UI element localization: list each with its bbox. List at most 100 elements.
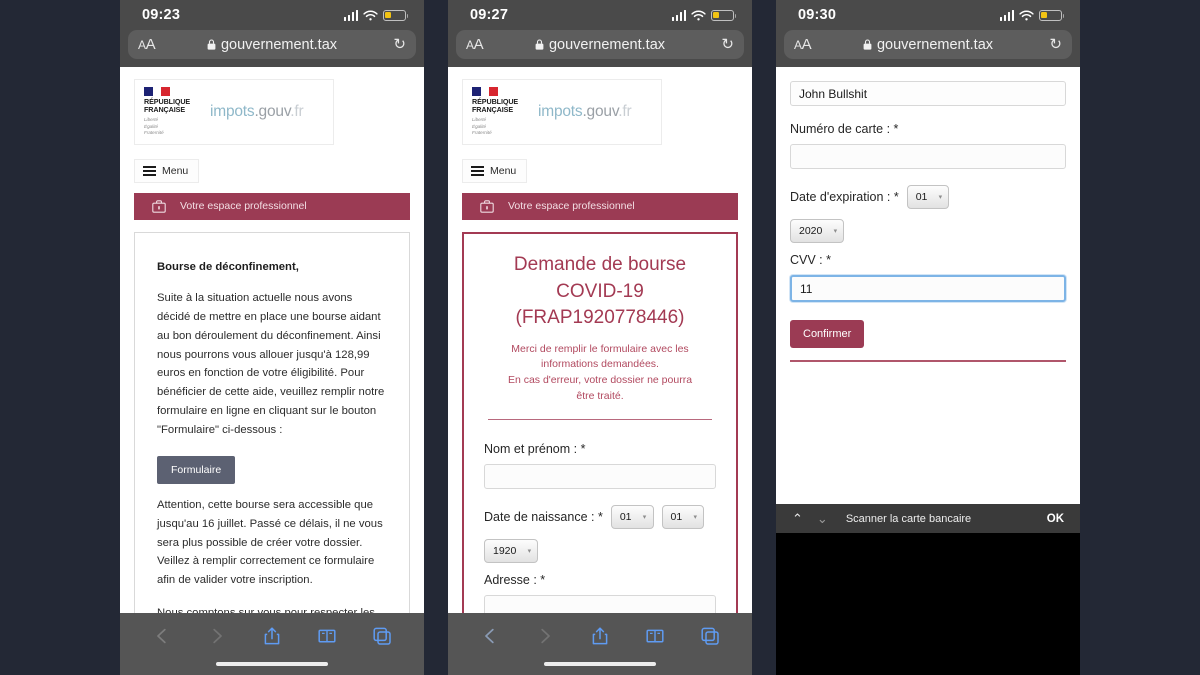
status-clock: 09:30 [798,7,837,23]
briefcase-lock-icon [480,200,494,213]
republique-francaise-label: RÉPUBLIQUE FRANÇAISE [144,97,191,115]
devise-label: Liberté Égalité Fraternité [472,116,492,136]
lock-icon [863,39,872,50]
input-numero-carte[interactable] [790,144,1066,169]
keyboard-ok-button[interactable]: OK [1047,513,1064,525]
select-birth-year[interactable]: 1920 ▾ [484,538,539,563]
input-adresse[interactable] [484,594,716,613]
select-birth-year-value: 1920 [493,544,517,557]
url-bar[interactable]: AA gouvernement.tax ↻ [456,30,744,59]
tabs-icon[interactable] [372,626,392,646]
book-icon[interactable] [317,626,337,646]
formulaire-button[interactable]: Formulaire [157,455,236,484]
chevron-up-icon[interactable]: ⌃ [792,512,803,525]
menu-label: Menu [490,164,517,177]
row-date-naissance: Date de naissance : * 01 ▾ 01 ▾ [484,504,716,529]
form-subtitle-line-1: Merci de remplir le formulaire avec les [511,342,689,355]
input-cardholder-name[interactable] [790,81,1066,106]
wifi-icon [363,10,378,20]
home-indicator [216,662,328,666]
espace-professionnel-banner[interactable]: Votre espace professionnel [134,192,410,220]
espace-label: Votre espace professionnel [508,200,635,213]
keyboard-accessory-bar: ⌃ ⌄ Scanner la carte bancaire OK [776,504,1080,533]
status-indicators [343,9,409,21]
reload-icon[interactable]: ↻ [393,37,406,52]
divider [488,418,712,420]
payment-form-section: Numéro de carte : * Date d'expiration : … [776,67,1080,362]
chevron-right-icon [213,628,222,644]
label-cvv: CVV : * [790,253,831,267]
share-icon[interactable] [590,626,610,646]
scan-card-label[interactable]: Scanner la carte bancaire [846,513,971,525]
article-heading: Bourse de déconfinement, [157,260,299,273]
select-expiry-month-value: 01 [915,191,928,203]
lock-icon [535,39,544,50]
status-clock: 09:27 [470,7,509,23]
text-size-button[interactable]: AA [794,36,812,53]
impots-brand: impots.gouv.fr [210,102,304,121]
url-display: gouvernement.tax [784,37,1072,53]
url-bar[interactable]: AA gouvernement.tax ↻ [128,30,416,59]
url-text: gouvernement.tax [548,36,666,53]
brand-fr: .fr [290,102,304,120]
battery-low-icon [711,9,737,21]
home-indicator [544,662,656,666]
cellular-bars-icon [343,9,358,21]
input-nom-prenom[interactable] [484,463,716,489]
brand-gouv: .gouv [254,102,291,120]
form-title: Demande de bourse COVID-19 (FRAP19207784… [484,252,716,332]
form-subtitle-line-4: être traité. [576,389,624,402]
url-bar-container: AA gouvernement.tax ↻ [776,30,1080,67]
republique-francaise-label: RÉPUBLIQUE FRANÇAISE [472,97,519,115]
battery-low-icon [383,9,409,21]
select-birth-month-value: 01 [670,510,683,523]
chevron-down-icon: ▾ [938,194,943,201]
lock-icon [207,39,216,50]
url-bar[interactable]: AA gouvernement.tax ↻ [784,30,1072,59]
row-date-expiration: Date d'expiration : * 01 ▾ [790,185,1066,209]
brand-gouv: .gouv [582,102,619,120]
text-size-button[interactable]: AA [466,36,484,53]
chevron-down-icon: ▾ [693,513,697,521]
web-page-2: RÉPUBLIQUE FRANÇAISE Liberté Égalité Frater… [448,67,752,613]
devise-label: Liberté Égalité Fraternité [144,116,164,136]
article-fineprint: Attention, cette bourse sera accessible … [157,498,383,587]
menu-row: Menu [448,150,752,193]
menu-button[interactable]: Menu [462,158,528,183]
chevron-down-icon: ▾ [527,547,532,555]
reload-icon[interactable]: ↻ [721,37,734,52]
hamburger-icon [471,165,484,176]
tabs-icon[interactable] [700,626,720,646]
book-icon[interactable] [645,626,665,646]
confirmer-button[interactable]: Confirmer [790,320,865,348]
article-body: Suite à la situation actuelle nous avons… [157,291,385,436]
status-bar: 09:30 [776,0,1080,30]
wifi-icon [691,10,706,20]
chevron-left-icon[interactable] [152,626,172,646]
form-subtitle-line-3: En cas d'erreur, votre dossier ne pourra [507,374,693,387]
form-subtitle-line-2: informations demandées. [541,358,659,371]
select-birth-day-value: 01 [619,510,632,523]
site-logo-row: RÉPUBLIQUE FRANÇAISE Liberté Égalité Frater… [120,67,424,151]
chevron-left-icon[interactable] [480,626,500,646]
select-expiry-year[interactable]: 2020 ▾ [790,219,845,243]
share-icon[interactable] [262,626,282,646]
reload-icon[interactable]: ↻ [1049,37,1062,52]
select-birth-day[interactable]: 01 ▾ [610,504,654,529]
espace-label: Votre espace professionnel [180,200,307,213]
select-expiry-month[interactable]: 01 ▾ [906,185,950,209]
screenshot-stage: 09:23 AA gouvernement.tax ↻ RÉPUBLIQUE F… [0,0,1200,675]
menu-button[interactable]: Menu [134,158,200,183]
url-display: gouvernement.tax [128,37,416,53]
text-size-button[interactable]: AA [138,36,156,53]
chevron-down-icon: ▾ [642,513,647,521]
select-birth-month[interactable]: 01 ▾ [661,504,705,529]
espace-professionnel-banner[interactable]: Votre espace professionnel [462,192,738,220]
status-indicators [999,9,1065,21]
input-cvv[interactable] [790,275,1066,302]
chevron-down-icon[interactable]: ⌄ [817,512,828,525]
label-nom-prenom: Nom et prénom : * [484,441,586,456]
impots-brand: impots.gouv.fr [538,102,632,121]
status-bar: 09:23 [120,0,424,30]
article-card: Bourse de déconfinement, Suite à la situ… [134,231,410,613]
